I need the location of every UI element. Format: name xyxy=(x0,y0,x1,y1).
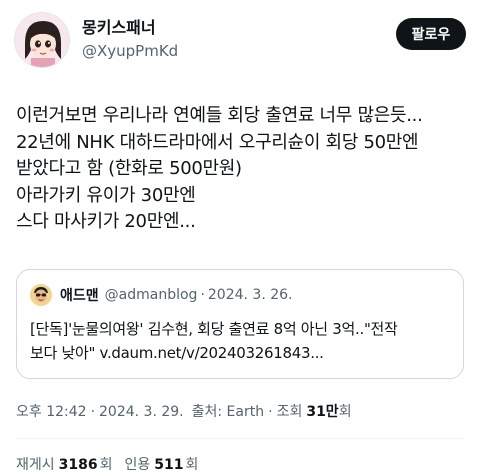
quote-text: [단독]'눈물의여왕' 김수현, 회당 출연료 8억 아닌 3억.."전작 보다… xyxy=(30,317,456,365)
views-count: 31만 xyxy=(306,404,339,420)
tweet-header: 몽키스패너 @XyupPmKd 팔로우 xyxy=(14,12,466,70)
tweet-line: 받았다고 함 (한화로 500만원) xyxy=(16,158,242,179)
tweet-time[interactable]: 오후 12:42 xyxy=(16,401,87,421)
divider xyxy=(16,438,464,439)
tweet-source: 출처: Earth xyxy=(191,404,265,420)
tweet-line: 이런거보면 우리나라 연예들 회당 출연료 너무 많은듯... xyxy=(16,105,423,126)
quotes-count: 511 xyxy=(154,457,184,473)
quotes-suffix: 회 xyxy=(185,457,199,473)
quote-avatar[interactable] xyxy=(30,284,52,306)
tweet-meta: 오후 12:42 · 2024. 3. 29. 출처: Earth · 조회 3… xyxy=(16,401,352,421)
quote-handle[interactable]: @admanblog xyxy=(105,287,198,303)
quote-line: 보다 낮아" v.daum.net/v/202403261843... xyxy=(30,344,324,362)
cartoon-girl-icon xyxy=(15,13,69,67)
user-info: 몽키스패너 @XyupPmKd xyxy=(82,18,178,61)
user-avatar[interactable] xyxy=(14,12,70,68)
tweet-line: 22년에 NHK 대하드라마에서 오구리슌이 회당 50만엔 xyxy=(16,131,419,153)
tweet-date[interactable]: 2024. 3. 29. xyxy=(99,404,184,420)
quote-display-name[interactable]: 애드맨 xyxy=(60,285,99,305)
user-handle[interactable]: @XyupPmKd xyxy=(82,41,178,61)
quotes-stat[interactable]: 인용 511 회 xyxy=(125,454,199,474)
meta-separator: · xyxy=(90,404,96,420)
tweet-text: 이런거보면 우리나라 연예들 회당 출연료 너무 많은듯... 22년에 NHK… xyxy=(16,103,468,236)
reposts-suffix: 회 xyxy=(99,457,113,473)
meta-separator: · xyxy=(268,404,273,420)
quote-separator: · xyxy=(200,287,205,303)
tweet-line: 스다 마사키가 20만엔... xyxy=(16,211,196,232)
quoted-tweet-card[interactable]: 애드맨 @admanblog · 2024. 3. 26. [단독]'눈물의여왕… xyxy=(16,269,464,379)
tweet-line: 아라가키 유이가 30만엔 xyxy=(16,184,196,206)
quotes-label: 인용 xyxy=(124,457,151,473)
reposts-label: 재게시 xyxy=(16,457,55,473)
tweet-stats: 재게시 3186 회 인용 511 회 xyxy=(16,454,198,474)
follow-button[interactable]: 팔로우 xyxy=(396,18,466,50)
views-label: 조회 xyxy=(276,404,303,420)
cartoon-man-icon xyxy=(30,284,52,306)
quote-header: 애드맨 @admanblog · 2024. 3. 26. xyxy=(30,284,293,306)
reposts-stat[interactable]: 재게시 3186 회 xyxy=(16,454,113,474)
views-suffix: 회 xyxy=(338,404,352,420)
reposts-count: 3186 xyxy=(58,457,98,473)
quote-line: [단독]'눈물의여왕' 김수현, 회당 출연료 8억 아닌 3억.."전작 xyxy=(30,320,398,338)
quote-date[interactable]: 2024. 3. 26. xyxy=(208,287,293,303)
display-name[interactable]: 몽키스패너 xyxy=(82,18,178,38)
